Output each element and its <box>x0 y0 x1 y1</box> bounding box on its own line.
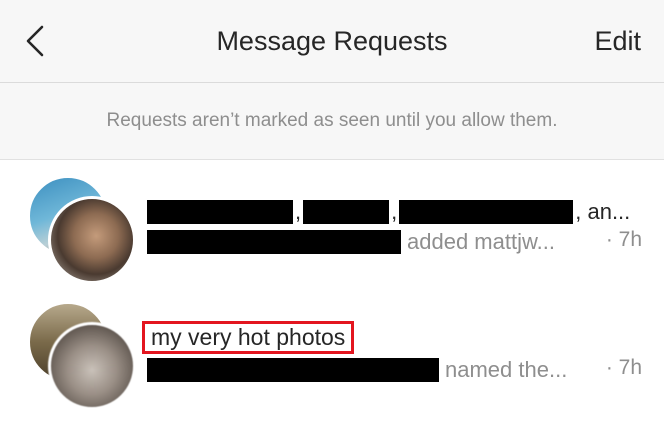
timestamp: · 7h <box>605 356 642 379</box>
timestamp: · 7h <box>605 228 642 251</box>
group-avatar <box>24 162 136 284</box>
group-name-highlighted: my very hot photos <box>142 321 355 354</box>
request-participants: , , , an... <box>147 198 632 226</box>
request-preview: named the... <box>147 356 567 384</box>
requests-notice: Requests aren’t marked as seen until you… <box>0 83 664 160</box>
edit-button[interactable]: Edit <box>594 26 641 57</box>
request-row[interactable]: my very hot photos named the... · 7h <box>0 288 664 410</box>
avatar <box>48 196 136 284</box>
redacted-name <box>147 230 401 254</box>
avatar <box>48 322 136 410</box>
redacted-name <box>399 200 574 224</box>
redacted-name <box>147 358 439 382</box>
group-avatar <box>24 288 136 410</box>
request-row[interactable]: , , , an... added mattjw... · 7h <box>0 162 664 284</box>
navigation-bar: Message Requests Edit <box>0 0 664 83</box>
page-title: Message Requests <box>216 26 448 56</box>
preview-text: added mattjw... <box>407 229 555 254</box>
preview-text: named the... <box>445 357 568 382</box>
redacted-name <box>147 200 293 224</box>
redacted-name <box>303 200 390 224</box>
request-preview: added mattjw... <box>147 228 555 256</box>
